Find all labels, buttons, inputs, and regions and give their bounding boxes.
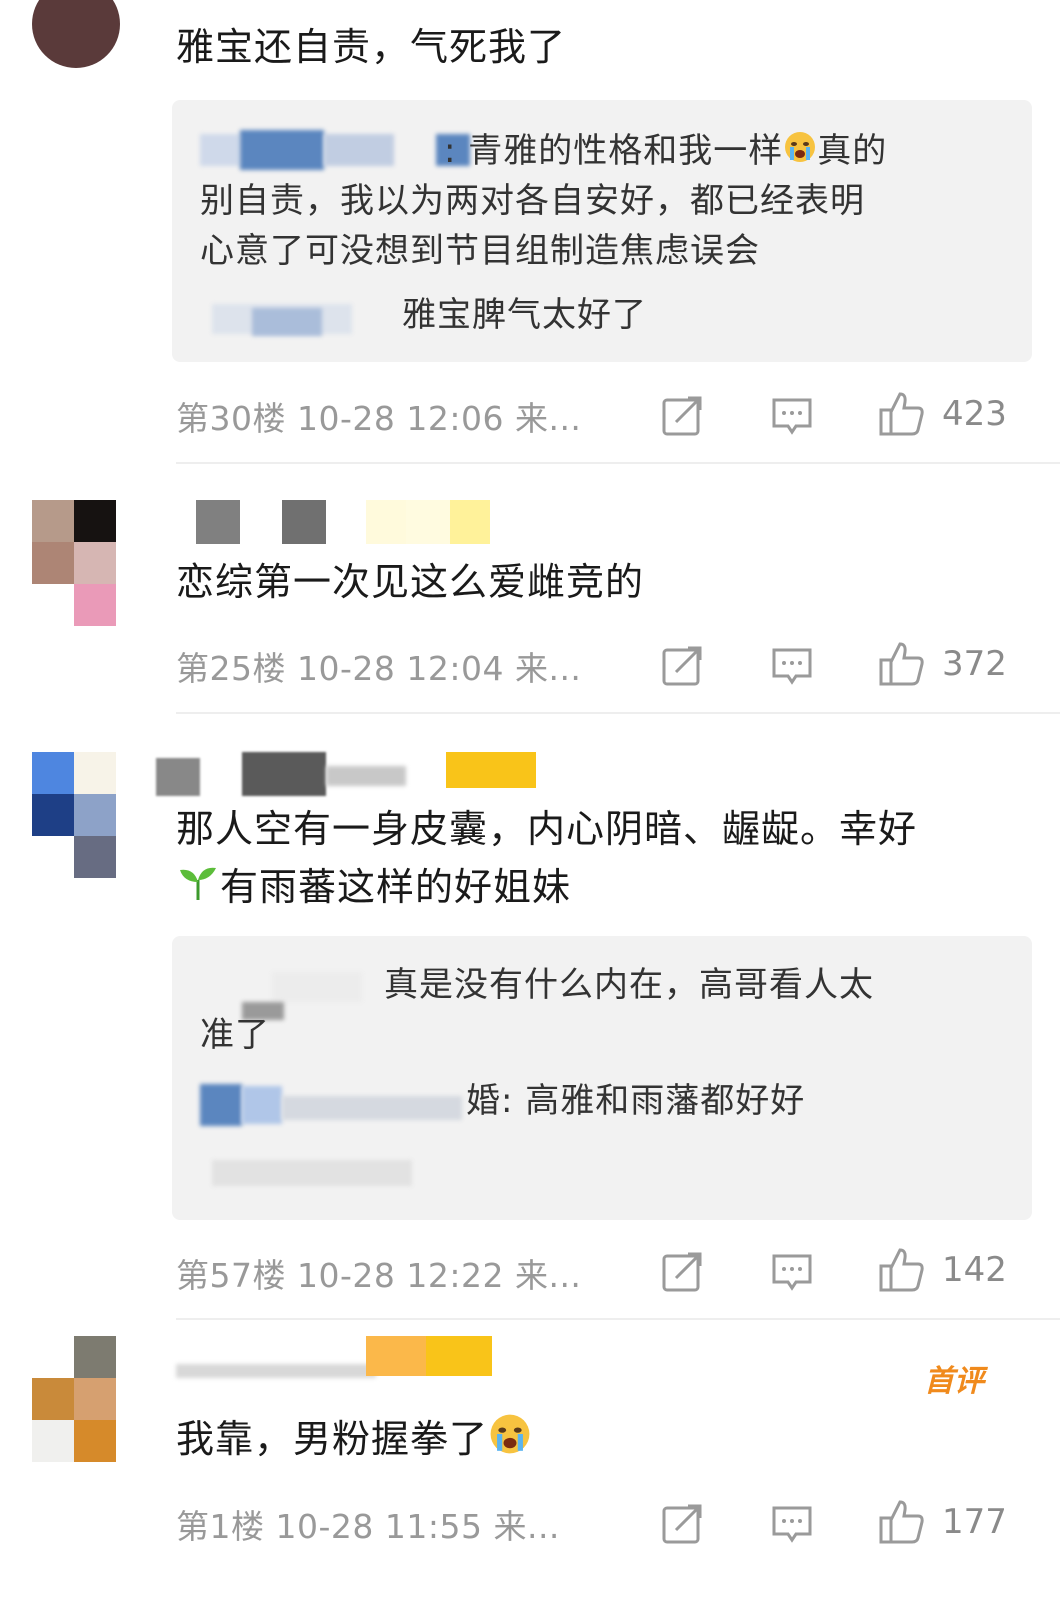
reply-username[interactable]: [272, 966, 372, 1006]
comment-meta: 第30楼 10-28 12:06 来...: [176, 399, 582, 438]
username[interactable]: [176, 1336, 496, 1380]
comment-icon[interactable]: [770, 1502, 814, 1546]
first-comment-badge: 首评: [924, 1364, 984, 1399]
crying-emoji-icon: [783, 128, 817, 178]
reply-box[interactable]: : 青雅的性格和我一样 真的 别自责，我以为两对各自安好，都已经表明 心意了可没想…: [172, 100, 1032, 362]
like-count: 423: [942, 394, 1007, 434]
crying-emoji-icon: [488, 1412, 532, 1472]
thumbs-up-icon[interactable]: [878, 640, 926, 688]
reply-username[interactable]: [200, 1084, 480, 1126]
reply-text: 心意了可没想到节目组制造焦虑误会: [200, 231, 760, 271]
avatar[interactable]: [32, 0, 120, 68]
thumbs-up-icon[interactable]: [878, 1246, 926, 1294]
reply-more[interactable]: [212, 1160, 412, 1186]
comment-meta: 第1楼 10-28 11:55 来...: [176, 1507, 560, 1546]
comment-icon[interactable]: [770, 394, 814, 438]
divider: [176, 462, 1060, 464]
reply-text: 真是没有什么内在，高哥看人太: [384, 965, 874, 1005]
seedling-emoji-icon: [176, 860, 220, 920]
reply-box[interactable]: 真是没有什么内在，高哥看人太 准了 婚: 高雅和雨藩都好好: [172, 936, 1032, 1220]
username[interactable]: [196, 500, 496, 544]
share-icon[interactable]: [660, 394, 704, 438]
thumbs-up-icon[interactable]: [878, 390, 926, 438]
divider: [176, 1318, 1060, 1320]
divider: [176, 712, 1060, 714]
reply-text: 准了: [200, 1015, 270, 1055]
avatar[interactable]: [32, 752, 116, 878]
reply-username[interactable]: [212, 300, 392, 340]
comment-text: 恋综第一次见这么爱雌竞的: [176, 560, 645, 604]
avatar[interactable]: [32, 500, 116, 626]
like-count: 142: [942, 1250, 1007, 1290]
comment-text: 我靠，男粉握拳了: [176, 1410, 532, 1472]
reply-text: 雅宝脾气太好了: [402, 295, 647, 335]
comment-icon[interactable]: [770, 644, 814, 688]
comment-meta: 第57楼 10-28 12:22 来...: [176, 1256, 582, 1295]
like-count: 372: [942, 644, 1007, 684]
comment-text: 雅宝还自责，气死我了: [176, 25, 567, 69]
comment-icon[interactable]: [770, 1250, 814, 1294]
comment-text: 那人空有一身皮囊，内心阴暗、龌龊。幸好: [176, 807, 918, 851]
reply-text: 婚: 高雅和雨藩都好好: [466, 1081, 806, 1121]
comment-text: 有雨蕃这样的好姐妹: [176, 858, 571, 920]
reply-text: 别自责，我以为两对各自安好，都已经表明: [200, 181, 865, 221]
comment-meta: 第25楼 10-28 12:04 来...: [176, 649, 582, 688]
reply-username[interactable]: [200, 130, 470, 170]
avatar[interactable]: [32, 1336, 116, 1462]
thumbs-up-icon[interactable]: [878, 1498, 926, 1546]
share-icon[interactable]: [660, 644, 704, 688]
reply-separator: :: [444, 131, 457, 171]
reply-text-tail: 真的: [817, 131, 888, 171]
share-icon[interactable]: [660, 1250, 704, 1294]
reply-text: 青雅的性格和我一样: [468, 131, 784, 171]
share-icon[interactable]: [660, 1502, 704, 1546]
like-count: 177: [942, 1502, 1007, 1542]
username[interactable]: [156, 752, 536, 796]
